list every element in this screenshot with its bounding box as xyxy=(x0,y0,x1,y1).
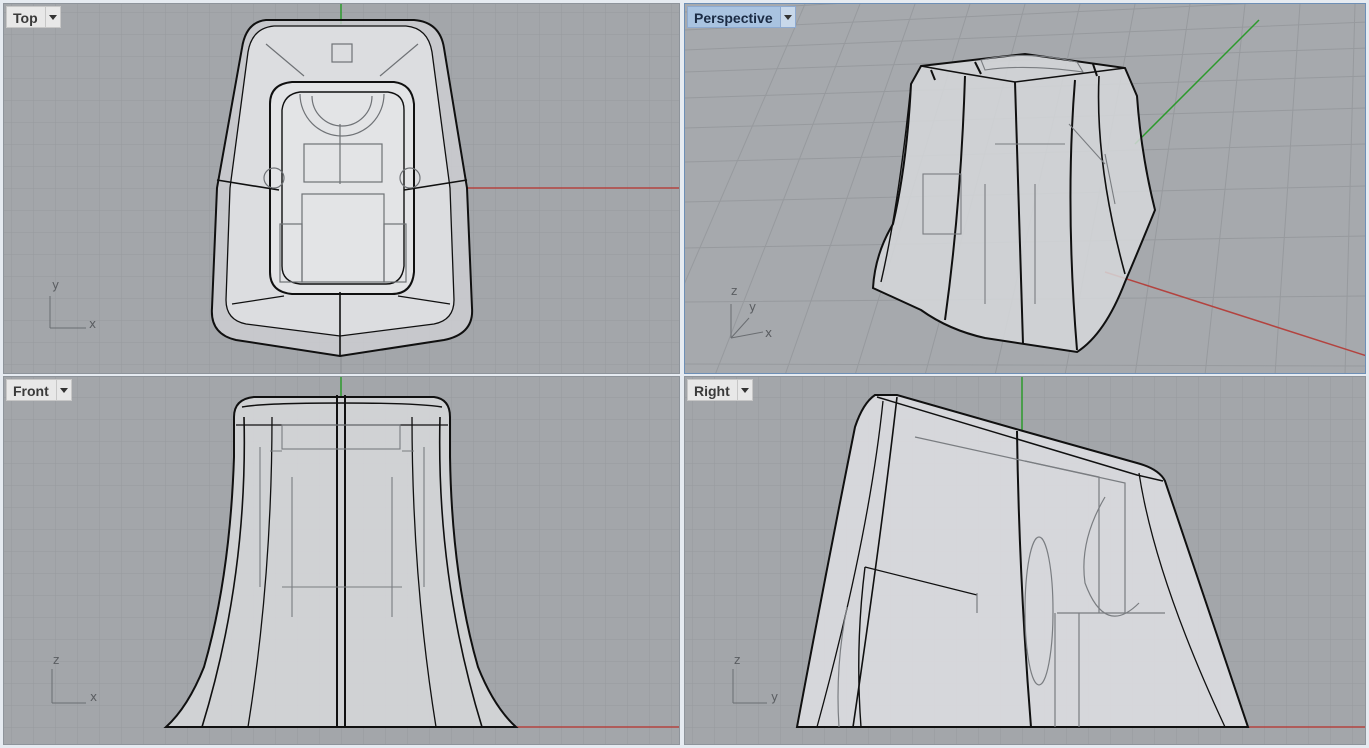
axis-x-label: x xyxy=(90,690,98,704)
triangle-down-icon[interactable] xyxy=(55,379,72,401)
viewport-tab-top[interactable]: Top xyxy=(6,6,61,28)
axis-z-label: z xyxy=(731,284,738,298)
axis-x-label: x xyxy=(89,317,97,331)
part-perspective xyxy=(871,52,1157,354)
right-view-canvas[interactable] xyxy=(685,377,1366,745)
viewport-tab-front[interactable]: Front xyxy=(6,379,72,401)
axis-y-label: y xyxy=(749,300,757,314)
viewport-title[interactable]: Top xyxy=(6,6,45,28)
perspective-view-canvas[interactable] xyxy=(685,4,1366,374)
axis-x-label: x xyxy=(765,326,773,340)
axis-z-label: z xyxy=(53,653,60,667)
viewport-title[interactable]: Right xyxy=(687,379,737,401)
triangle-down-icon[interactable] xyxy=(779,6,796,28)
viewport-right[interactable]: z y Right xyxy=(684,376,1366,745)
viewport-tab-perspective[interactable]: Perspective xyxy=(687,6,796,28)
axis-z-label: z xyxy=(734,653,741,667)
viewport-tab-right[interactable]: Right xyxy=(687,379,753,401)
part-outline xyxy=(210,19,474,358)
viewport-front[interactable]: z x Front xyxy=(3,376,680,745)
triangle-down-icon[interactable] xyxy=(736,379,753,401)
front-view-canvas[interactable] xyxy=(4,377,680,745)
axis-y-label: y xyxy=(771,690,779,704)
four-viewport-layout: y x Top z y x Perspective z x Front z y … xyxy=(0,0,1369,748)
top-view-canvas[interactable] xyxy=(4,4,680,374)
viewport-perspective[interactable]: z y x Perspective xyxy=(684,3,1366,374)
viewport-title[interactable]: Front xyxy=(6,379,56,401)
axis-y-label: y xyxy=(52,278,60,292)
viewport-top[interactable]: y x Top xyxy=(3,3,680,374)
viewport-title[interactable]: Perspective xyxy=(687,6,780,28)
triangle-down-icon[interactable] xyxy=(44,6,61,28)
